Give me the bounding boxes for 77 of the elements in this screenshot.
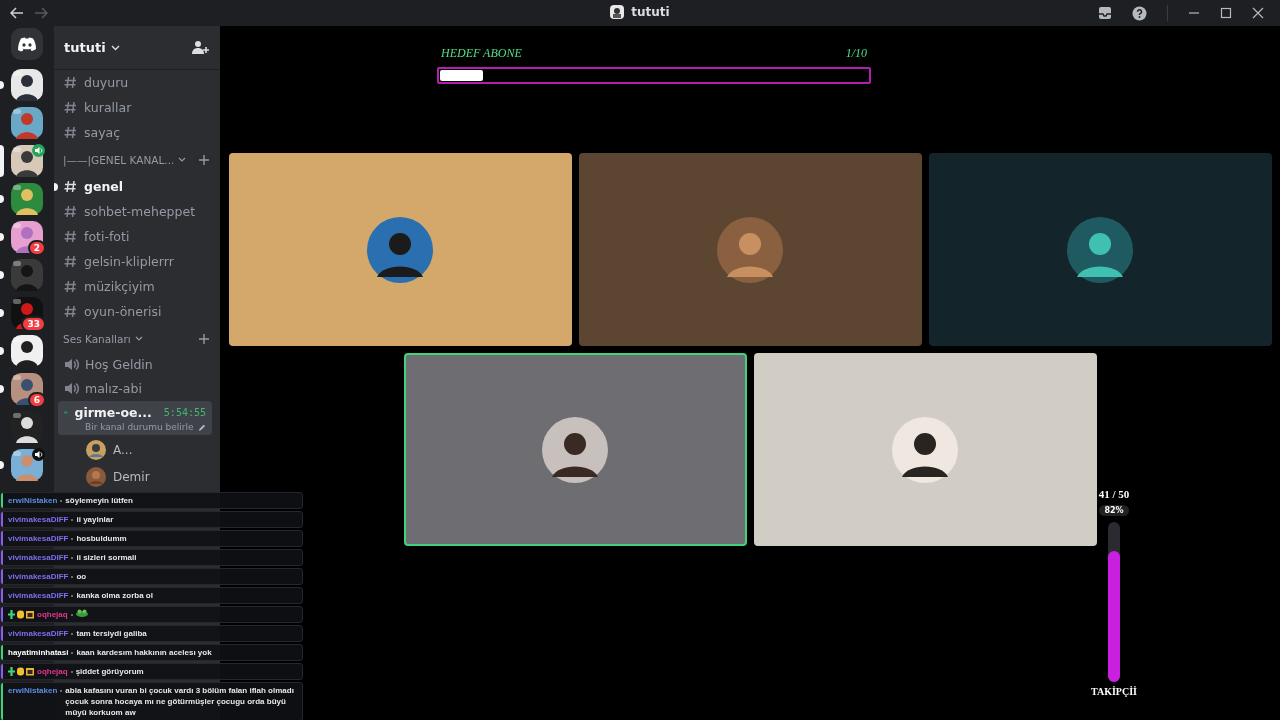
chat-username: vivimakesaDIFF [8,552,69,563]
hash-icon [64,280,77,293]
voice-user-name[interactable]: A... [113,442,133,457]
meter-label: TAKİPÇİİ [1091,686,1137,697]
video-tile[interactable] [928,153,1272,346]
back-icon[interactable] [10,7,24,19]
goal-label: HEDEF ABONE [441,46,522,61]
hash-icon [64,126,77,139]
hash-icon [64,101,77,114]
chat-username: oqhejaq [37,609,68,620]
voice-channel-item[interactable]: Hoş Geldin [58,353,212,377]
chat-username: erwiNistaken [8,685,58,696]
add-icon[interactable] [199,154,209,165]
voice-channel-item[interactable]: girme-oe... 5:54:55 Bir kanal durumu belirle [58,401,212,435]
category-label[interactable]: |——|GENEL KANAL... [63,153,175,166]
hash-icon [64,76,77,89]
chat-message-text: şiddet görüyorum [75,666,145,677]
channel-item[interactable]: kurallar [58,95,212,120]
chat-message-text: kaan kardesım hakkının acelesı yok [76,647,213,658]
category-label[interactable]: Ses Kanalları [63,332,131,345]
chat-username: hayatiminhatasi [8,647,69,658]
chat-username: vivimakesaDIFF [8,628,69,639]
follower-count: 41 / 50 [1098,488,1130,500]
chat-message-text: kanka olma zorba ol [76,590,154,601]
video-tile[interactable] [228,153,572,346]
help-icon[interactable] [1132,5,1147,21]
hash-icon [64,230,77,243]
server-header[interactable]: tututi [54,26,220,70]
goal-count: 1/10 [845,46,867,61]
add-member-icon[interactable] [192,40,209,55]
maximize-icon[interactable] [1220,7,1232,19]
window-title: tututi [631,5,670,19]
percent-badge: 82% [1099,505,1129,516]
chevron-down-icon[interactable] [134,336,143,341]
chat-message-text: tam tersiydi galiba [76,628,148,639]
hash-icon [64,255,77,268]
channel-item[interactable]: müzikçiyim [58,274,212,299]
close-icon[interactable] [1252,7,1264,19]
channel-item[interactable]: oyun-önerisi [58,299,212,324]
chat-message-text: hosbuldumm [76,533,128,544]
video-tile[interactable] [578,153,922,346]
channel-item[interactable]: sayaç [58,120,212,145]
channel-item[interactable]: foti-foti [58,224,212,249]
video-tile[interactable] [753,353,1097,546]
hash-icon [64,305,77,318]
mention-badge: 33 [21,316,46,332]
server-name[interactable]: tututi [64,40,106,55]
channel-item[interactable]: gelsin-kliplerrr [58,249,212,274]
chat-message-text: abla kafasını vuran bi çocuk vardı 3 bölüm falan iflah olmadı çocuk sonra hocaya mı ne götürmüşler çocugu orda büyü müyü korkuom aw [65,685,295,718]
video-tile[interactable] [403,353,747,546]
chat-username: vivimakesaDIFF [8,514,69,525]
chevron-down-icon[interactable] [178,157,187,162]
pencil-icon[interactable] [197,422,206,432]
channel-status[interactable]: Bir kanal durumu belirle [85,422,194,432]
home-button[interactable] [11,28,43,60]
voice-user-name[interactable]: Demir [113,469,150,484]
channel-item[interactable]: duyuru [58,70,212,95]
chat-message-text: söylemeyin lütfen [65,495,134,506]
hash-icon [64,205,77,218]
speaker-icon [64,358,79,371]
forward-icon[interactable] [34,7,48,19]
chat-message-text: ii yayinlar [76,514,115,525]
chat-message-text: oo [76,571,88,582]
call-timer: 5:54:55 [163,407,206,418]
chat-message-text: ii sizleri sormali [76,552,138,563]
chat-username: vivimakesaDIFF [8,571,69,582]
speaker-icon [64,382,79,395]
chat-username: vivimakesaDIFF [8,533,69,544]
chat-username: erwiNistaken [8,495,58,506]
channel-item[interactable]: sohbet-meheppet [58,199,212,224]
hash-icon [64,180,77,193]
voice-channel-item[interactable]: malız-abi [58,377,212,401]
chat-username: oqhejaq [37,666,68,677]
add-icon[interactable] [199,333,209,344]
chat-username: vivimakesaDIFF [8,590,69,601]
inbox-icon[interactable] [1098,6,1112,20]
channel-item[interactable]: genel [58,174,212,199]
